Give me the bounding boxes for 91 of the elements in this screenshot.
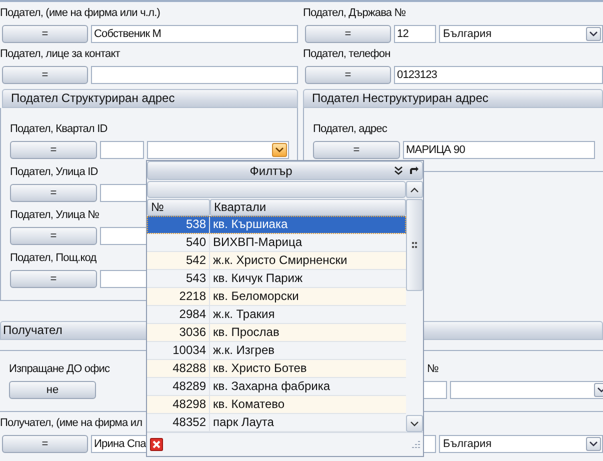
popup-title: Филтър — [248, 164, 294, 178]
field-label: Подател, Държава № — [303, 6, 406, 21]
dropdown-field[interactable] — [450, 381, 603, 399]
name-cell-text: кв. Захарна фабрика — [212, 378, 332, 395]
field-label: Получател, (име на фирма ил — [0, 416, 142, 431]
list-row[interactable]: 538 кв. Кършиака — [147, 216, 406, 234]
dropdown-field[interactable] — [147, 141, 289, 159]
text-field[interactable]: 0123123 — [394, 66, 603, 84]
number-cell: 10034 — [147, 342, 210, 359]
field-label: Подател, лице за контакт — [0, 47, 120, 62]
field-label: № — [427, 362, 438, 377]
field-label: Подател, адрес — [313, 122, 387, 137]
column-header[interactable]: № — [147, 199, 210, 216]
section-header: Подател Неструктуриран адрес — [303, 89, 603, 108]
chevron-down-icon — [410, 420, 419, 426]
number-cell: 540 — [147, 234, 210, 251]
name-cell-text: ж.к. Христо Смирненски — [212, 252, 348, 269]
scroll-down-button[interactable] — [406, 415, 423, 432]
dropdown-field[interactable]: България — [439, 25, 603, 43]
text-field[interactable] — [91, 66, 298, 84]
list-row[interactable]: 48288 кв. Христо Ботев — [147, 360, 406, 378]
name-cell-text: ВИХВП-Марица — [212, 234, 303, 251]
field-label: Подател, Квартал ID — [10, 122, 108, 137]
equals-button[interactable]: = — [305, 25, 391, 43]
text-field[interactable]: МАРИЦА 90 — [403, 141, 595, 159]
grip-icon — [412, 242, 417, 248]
equals-button[interactable]: = — [10, 184, 97, 202]
equals-button[interactable]: = — [10, 141, 97, 159]
chevron-down-icon — [589, 31, 598, 37]
chevron-down-icon — [589, 441, 598, 447]
equals-button[interactable]: = — [305, 66, 391, 84]
name-cell-text: кв. Коматево — [212, 396, 286, 413]
equals-button[interactable]: = — [313, 141, 400, 159]
double-chevron-icon[interactable] — [394, 166, 403, 175]
number-cell: 542 — [147, 252, 210, 269]
field-label: Изпращане ДО офис — [9, 362, 110, 377]
field-label: Подател, Улица ID — [10, 165, 98, 180]
list-row[interactable]: 3036 кв. Прослав — [147, 324, 406, 342]
code-field[interactable]: 12 — [394, 25, 436, 43]
toggle-button[interactable]: не — [9, 381, 96, 399]
scroll-up-button[interactable] — [406, 181, 423, 198]
list-row[interactable]: 48352 парк Лаута — [147, 414, 406, 432]
number-cell: 48289 — [147, 378, 210, 395]
filter-field[interactable] — [147, 181, 406, 198]
section-header: Подател Структуриран адрес — [2, 89, 298, 108]
name-cell-text: кв. Прослав — [212, 324, 280, 341]
equals-button[interactable]: = — [2, 66, 88, 84]
name-cell-text: ж.к. Изгрев — [212, 342, 276, 359]
name-cell-text: парк Лаута — [212, 414, 275, 431]
close-icon[interactable] — [150, 438, 163, 451]
number-cell: 48288 — [147, 360, 210, 377]
field-label: Подател, (име на фирма или ч.л.) — [0, 6, 160, 21]
equals-button[interactable]: = — [2, 25, 88, 43]
list-row[interactable]: 2984 ж.к. Тракия — [147, 306, 406, 324]
dropdown-button[interactable] — [272, 143, 287, 157]
chevron-up-icon — [410, 186, 419, 192]
chevron-down-icon — [275, 147, 284, 153]
list-row[interactable]: 543 кв. Кичук Париж — [147, 270, 406, 288]
field-label: Подател, телефон — [303, 47, 390, 62]
name-cell-text: ж.к. Тракия — [212, 306, 276, 323]
dropdown-button[interactable] — [586, 27, 601, 41]
list-row[interactable]: 2218 кв. Беломорски — [147, 288, 406, 306]
text-field[interactable]: Собственик М — [91, 25, 298, 43]
list-row[interactable]: 10034 ж.к. Изгрев — [147, 342, 406, 360]
number-cell: 48298 — [147, 396, 210, 413]
name-cell-text: кв. Кършиака — [212, 216, 289, 233]
name-cell-text: кв. Беломорски — [212, 288, 300, 305]
dropdown-field[interactable]: България — [439, 435, 603, 453]
equals-button[interactable]: = — [10, 270, 97, 288]
column-header[interactable]: Квартали — [210, 199, 406, 216]
list-row[interactable]: 48298 кв. Коматево — [147, 396, 406, 414]
field-label: Подател, Пощ.код — [10, 251, 96, 266]
name-cell-text: кв. Христо Ботев — [212, 360, 308, 377]
resize-grip-icon[interactable] — [411, 440, 420, 449]
number-cell: 538 — [147, 216, 210, 233]
list-row[interactable]: 48289 кв. Захарна фабрика — [147, 378, 406, 396]
number-cell: 48352 — [147, 414, 210, 431]
number-cell: 3036 — [147, 324, 210, 341]
name-cell-text: кв. Кичук Париж — [212, 270, 304, 287]
equals-button[interactable]: = — [10, 227, 97, 245]
field-label: Подател, Улица № — [10, 208, 99, 223]
number-cell: 543 — [147, 270, 210, 287]
equals-button[interactable]: = — [2, 435, 88, 453]
number-cell: 2984 — [147, 306, 210, 323]
list-row[interactable]: 540 ВИХВП-Марица — [147, 234, 406, 252]
redo-icon[interactable] — [409, 166, 419, 175]
number-cell: 2218 — [147, 288, 210, 305]
scrollbar-thumb[interactable] — [406, 199, 423, 291]
code-field[interactable] — [100, 141, 144, 159]
dropdown-button[interactable] — [586, 437, 601, 451]
list-row[interactable]: 542 ж.к. Христо Смирненски — [147, 252, 406, 270]
